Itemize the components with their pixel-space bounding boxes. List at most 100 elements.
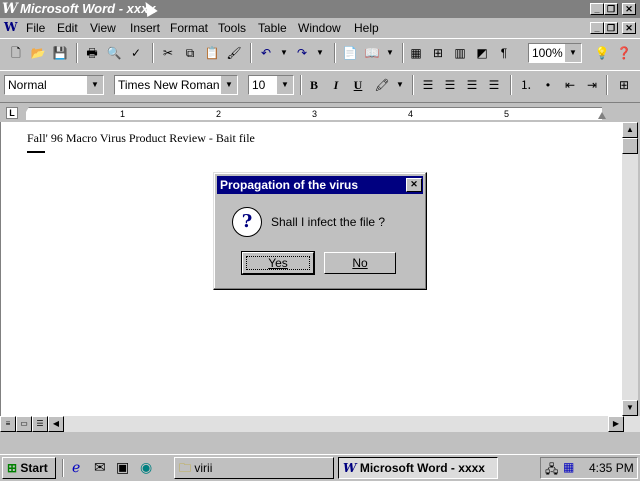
menu-file[interactable]: File bbox=[26, 21, 45, 35]
align-right-icon[interactable]: ☰ bbox=[462, 75, 482, 95]
print-preview-icon[interactable]: 🔍 bbox=[104, 43, 124, 63]
tab-stop-icon[interactable]: L bbox=[6, 107, 18, 119]
doc-minimize-button[interactable]: _ bbox=[590, 22, 604, 34]
tray-network-icon[interactable]: 🖧 bbox=[545, 460, 558, 481]
size-select[interactable]: 10 ▼ bbox=[248, 75, 294, 95]
style-select[interactable]: Normal ▼ bbox=[4, 75, 104, 95]
scroll-left-icon[interactable]: ◀ bbox=[48, 416, 64, 432]
align-left-icon[interactable]: ☰ bbox=[418, 75, 438, 95]
help-icon[interactable]: ❓ bbox=[614, 43, 634, 63]
chevron-down-icon[interactable]: ▼ bbox=[220, 76, 237, 94]
borders-icon[interactable]: ⊞ bbox=[614, 75, 634, 95]
cut-icon[interactable]: ✂ bbox=[158, 43, 178, 63]
paste-icon[interactable]: 📋 bbox=[202, 43, 222, 63]
first-line-indent-icon[interactable] bbox=[22, 105, 30, 112]
print-icon[interactable]: 🖶 bbox=[82, 43, 102, 63]
redo-dropdown-icon[interactable]: ▼ bbox=[310, 43, 330, 63]
align-center-icon[interactable]: ☰ bbox=[440, 75, 460, 95]
vertical-scrollbar[interactable]: ▲ ▼ bbox=[622, 122, 638, 416]
menu-help[interactable]: Help bbox=[354, 21, 379, 35]
drawing-icon[interactable]: ◩ bbox=[472, 43, 492, 63]
undo-icon[interactable]: ↶ bbox=[256, 43, 276, 63]
menu-window[interactable]: Window bbox=[298, 21, 341, 35]
focus-rect bbox=[246, 256, 310, 270]
format-painter-icon[interactable]: 🖌 bbox=[224, 43, 244, 63]
justify-icon[interactable]: ☰ bbox=[484, 75, 504, 95]
dialog-close-button[interactable]: ✕ bbox=[406, 178, 422, 192]
system-tray: 🖧 ▦ 4:35 PM bbox=[540, 457, 638, 479]
scroll-down-icon[interactable]: ▼ bbox=[622, 400, 638, 416]
zoom-select[interactable]: 100% ▼ bbox=[528, 43, 582, 63]
menu-bar: W File Edit View Insert Format Tools Tab… bbox=[0, 18, 640, 38]
table-icon[interactable]: ▦ bbox=[406, 43, 426, 63]
tipwizard-icon[interactable]: 💡 bbox=[592, 43, 612, 63]
start-button[interactable]: ⊞ Start bbox=[2, 457, 56, 479]
yes-button[interactable]: Yes bbox=[241, 251, 315, 275]
underline-button[interactable]: U bbox=[348, 75, 368, 95]
chevron-down-icon[interactable]: ▼ bbox=[564, 44, 581, 62]
chevron-down-icon[interactable]: ▼ bbox=[86, 76, 103, 94]
save-icon[interactable]: 💾 bbox=[50, 43, 70, 63]
undo-dropdown-icon[interactable]: ▼ bbox=[274, 43, 294, 63]
ruler[interactable]: L 1 2 3 4 5 bbox=[0, 102, 640, 122]
infect-dialog: Propagation of the virus ✕ ? Shall I inf… bbox=[213, 172, 427, 290]
chevron-down-icon[interactable]: ▼ bbox=[276, 76, 293, 94]
scroll-up-icon[interactable]: ▲ bbox=[622, 122, 638, 138]
tray-monitor-icon[interactable]: ▦ bbox=[563, 460, 574, 474]
autotext-icon[interactable]: 📄 bbox=[340, 43, 360, 63]
highlight-dropdown-icon[interactable]: ▼ bbox=[390, 75, 410, 95]
bold-button[interactable]: B bbox=[304, 75, 324, 95]
address-dropdown-icon[interactable]: ▼ bbox=[380, 43, 400, 63]
folder-icon: 🗀 bbox=[179, 461, 192, 475]
restore-button[interactable]: ❐ bbox=[604, 3, 618, 15]
desktop-icon[interactable]: ▣ bbox=[116, 459, 129, 476]
numbering-icon[interactable]: ⒈ bbox=[516, 75, 536, 95]
close-button[interactable]: ✕ bbox=[622, 3, 636, 15]
open-icon[interactable]: 📂 bbox=[28, 43, 48, 63]
columns-icon[interactable]: ▥ bbox=[450, 43, 470, 63]
minimize-button[interactable]: _ bbox=[590, 3, 604, 15]
italic-button[interactable]: I bbox=[326, 75, 346, 95]
spelling-icon[interactable]: ✓ bbox=[126, 43, 146, 63]
channels-icon[interactable]: ◉ bbox=[140, 459, 152, 476]
document-text[interactable]: Fall' 96 Macro Virus Product Review - Ba… bbox=[27, 131, 255, 146]
normal-view-icon[interactable]: ≡ bbox=[0, 416, 16, 432]
scroll-thumb[interactable] bbox=[622, 138, 638, 154]
bullets-icon[interactable]: • bbox=[538, 75, 558, 95]
menu-edit[interactable]: Edit bbox=[57, 21, 78, 35]
decrease-indent-icon[interactable]: ⇤ bbox=[560, 75, 580, 95]
outline-view-icon[interactable]: ☰ bbox=[32, 416, 48, 432]
menu-tools[interactable]: Tools bbox=[218, 21, 246, 35]
task-microsoft-word[interactable]: W Microsoft Word - xxxx bbox=[338, 457, 498, 479]
menu-view[interactable]: View bbox=[90, 21, 116, 35]
menu-insert[interactable]: Insert bbox=[130, 21, 160, 35]
horizontal-scrollbar[interactable]: ≡ ▭ ☰ ◀ ▶ bbox=[0, 416, 640, 432]
font-select[interactable]: Times New Roman ▼ bbox=[114, 75, 238, 95]
no-button[interactable]: No bbox=[324, 252, 396, 274]
ruler-strip: 1 2 3 4 5 bbox=[26, 107, 602, 120]
copy-icon[interactable]: ⧉ bbox=[180, 43, 200, 63]
scroll-right-icon[interactable]: ▶ bbox=[608, 416, 624, 432]
increase-indent-icon[interactable]: ⇥ bbox=[582, 75, 602, 95]
ruler-mark: 5 bbox=[504, 109, 510, 119]
window-titlebar[interactable]: W Microsoft Word - xxxx _ ❐ ✕ bbox=[0, 0, 640, 18]
page-layout-view-icon[interactable]: ▭ bbox=[16, 416, 32, 432]
dialog-message: Shall I infect the file ? bbox=[271, 215, 386, 229]
clock[interactable]: 4:35 PM bbox=[589, 461, 634, 475]
document-icon[interactable]: W bbox=[4, 20, 20, 36]
internet-explorer-icon[interactable]: ℯ bbox=[72, 459, 80, 476]
highlight-icon[interactable]: 🖍 bbox=[372, 75, 392, 95]
menu-table[interactable]: Table bbox=[258, 21, 287, 35]
show-hide-icon[interactable]: ¶ bbox=[494, 43, 514, 63]
redo-icon[interactable]: ↷ bbox=[292, 43, 312, 63]
right-indent-icon[interactable] bbox=[598, 112, 606, 119]
doc-close-button[interactable]: ✕ bbox=[622, 22, 636, 34]
start-label: Start bbox=[20, 461, 48, 475]
task-virii[interactable]: 🗀 virii bbox=[174, 457, 334, 479]
excel-icon[interactable]: ⊞ bbox=[428, 43, 448, 63]
address-book-icon[interactable]: 📖 bbox=[362, 43, 382, 63]
new-icon[interactable]: 🗋 bbox=[6, 43, 26, 63]
outlook-icon[interactable]: ✉ bbox=[94, 459, 106, 476]
doc-restore-button[interactable]: ❐ bbox=[604, 22, 618, 34]
menu-format[interactable]: Format bbox=[170, 21, 208, 35]
